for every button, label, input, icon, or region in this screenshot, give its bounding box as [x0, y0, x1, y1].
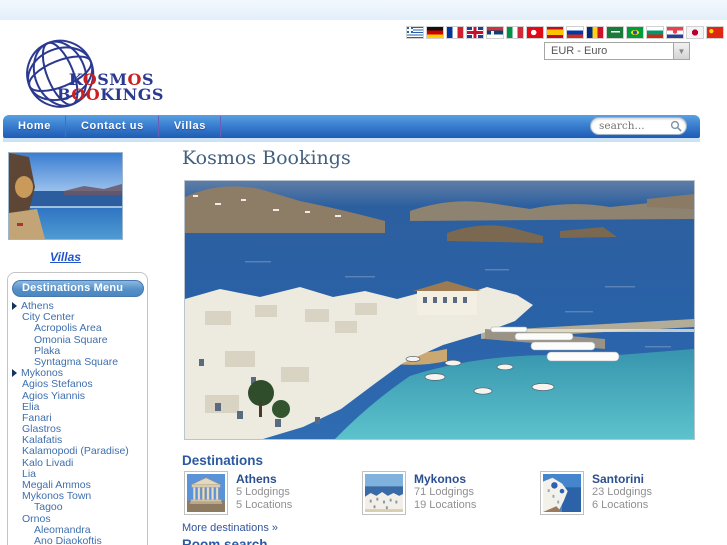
- menu-item-label: Fanari: [22, 411, 52, 424]
- destination-card-athens[interactable]: Athens 5 Lodgings 5 Locations: [184, 471, 362, 515]
- sidebar-item-mykonos-town[interactable]: Mykonos Town: [8, 491, 147, 502]
- kosmos-bookings-page: EUR - Euro ▼ KOSMOS BOOKINGS Home Contac…: [0, 0, 727, 545]
- menu-item-label: Ano Diaokoftis: [34, 534, 102, 545]
- menu-item-label: Athens: [21, 300, 54, 312]
- menu-item-label: Agios Stefanos: [22, 378, 93, 391]
- menu-item-label: Kalafatis: [22, 434, 63, 447]
- menu-item-label: Aleomandra: [34, 523, 91, 536]
- germany-flag-icon[interactable]: [427, 27, 443, 38]
- athens-thumbnail: [184, 471, 228, 515]
- menu-item-label: Acropolis Area: [34, 322, 102, 335]
- destinations-menu: Destinations Menu Athens City Center Acrop…: [7, 272, 148, 545]
- nav-bottom-strip: [3, 138, 700, 142]
- destinations-menu-header: Destinations Menu: [12, 280, 144, 297]
- russia-flag-icon[interactable]: [567, 27, 583, 38]
- menu-item-label: Kalamopodi (Paradise): [22, 445, 129, 458]
- more-destinations-link[interactable]: More destinations »: [182, 522, 278, 534]
- bulgaria-flag-icon[interactable]: [647, 27, 663, 38]
- sidebar-item-ano-diaokoftis[interactable]: Ano Diaokoftis: [8, 534, 147, 545]
- destination-card-santorini[interactable]: Santorini 23 Lodgings 6 Locations: [540, 471, 718, 515]
- saudi-arabia-flag-icon[interactable]: [607, 27, 623, 38]
- japan-flag-icon[interactable]: [687, 27, 703, 38]
- destinations-heading: Destinations: [182, 453, 264, 468]
- lodgings-count: 5 Lodgings: [236, 486, 290, 498]
- villas-link[interactable]: Villas: [8, 250, 123, 264]
- expand-arrow-icon: [12, 369, 17, 378]
- logo-line2: BOOKINGS: [57, 85, 164, 104]
- menu-item-label: Kalo Livadi: [22, 456, 74, 469]
- greece-flag-icon[interactable]: [407, 27, 423, 38]
- mykonos-harbor-photo: [184, 180, 695, 440]
- kosmos-bookings-logo[interactable]: KOSMOS BOOKINGS: [2, 28, 164, 113]
- expand-arrow-icon: [12, 302, 17, 311]
- china-flag-icon[interactable]: [707, 27, 723, 38]
- brazil-flag-icon[interactable]: [627, 27, 643, 38]
- currency-selected-value: EUR - Euro: [551, 45, 608, 57]
- menu-item-label: City Center: [22, 311, 75, 324]
- destination-name[interactable]: Athens: [236, 472, 292, 486]
- destination-name[interactable]: Mykonos: [414, 472, 476, 486]
- romania-flag-icon[interactable]: [587, 27, 603, 38]
- lodgings-count: 23 Lodgings: [592, 486, 652, 498]
- search-input[interactable]: [599, 120, 669, 132]
- page-title: Kosmos Bookings: [182, 147, 351, 169]
- locations-count: 5 Locations: [236, 499, 293, 511]
- menu-item-label: Lia: [22, 467, 37, 480]
- menu-item-label: Plaka: [34, 344, 61, 357]
- destination-cards: Athens 5 Lodgings 5 Locations Mykonos 71…: [184, 471, 724, 515]
- serbia-flag-icon[interactable]: [487, 27, 503, 38]
- uk-flag-icon[interactable]: [467, 27, 483, 38]
- spain-flag-icon[interactable]: [547, 27, 563, 38]
- main-navigation: Home Contact us Villas: [3, 115, 700, 138]
- menu-item-label: Omonia Square: [34, 333, 108, 346]
- turkey-flag-icon[interactable]: [527, 27, 543, 38]
- menu-item-label: Mykonos Town: [22, 490, 92, 503]
- mykonos-thumbnail: [362, 471, 406, 515]
- lodgings-count: 71 Lodgings: [414, 486, 474, 498]
- nav-item-villas[interactable]: Villas: [159, 115, 222, 138]
- villas-promo-photo[interactable]: [8, 152, 123, 240]
- room-search-heading: Room search: [182, 537, 268, 545]
- santorini-thumbnail: [540, 471, 584, 515]
- search-box: [590, 117, 687, 135]
- currency-dropdown-arrow-icon[interactable]: ▼: [673, 43, 689, 59]
- logo-text: KOSMOS BOOKINGS: [57, 72, 164, 104]
- menu-item-label: Agios Yiannis: [22, 389, 86, 402]
- locations-count: 19 Locations: [414, 499, 477, 511]
- croatia-flag-icon[interactable]: [667, 27, 683, 38]
- destination-name[interactable]: Santorini: [592, 472, 652, 486]
- sidebar-item-omonia-square[interactable]: Omonia Square: [8, 333, 147, 346]
- france-flag-icon[interactable]: [447, 27, 463, 38]
- menu-item-label: Elia: [22, 400, 40, 413]
- menu-item-label: Ornos: [22, 512, 51, 525]
- currency-select[interactable]: EUR - Euro ▼: [544, 42, 690, 60]
- search-icon[interactable]: [670, 120, 682, 132]
- top-strip: [0, 0, 727, 20]
- menu-item-label: Tagoo: [34, 501, 63, 514]
- destinations-menu-list: Athens City Center Acropolis Area Omonia Sq…: [8, 300, 147, 545]
- nav-item-home[interactable]: Home: [3, 115, 66, 138]
- destination-card-mykonos[interactable]: Mykonos 71 Lodgings 19 Locations: [362, 471, 540, 515]
- locations-count: 6 Locations: [592, 499, 649, 511]
- menu-item-label: Syntagma Square: [34, 355, 119, 368]
- menu-item-label: Megali Ammos: [22, 479, 91, 491]
- menu-item-label: Mykonos: [21, 367, 64, 380]
- nav-item-contact-us[interactable]: Contact us: [66, 115, 159, 138]
- menu-item-label: Glastros: [22, 423, 62, 436]
- italy-flag-icon[interactable]: [507, 27, 523, 38]
- language-flags: [407, 27, 723, 38]
